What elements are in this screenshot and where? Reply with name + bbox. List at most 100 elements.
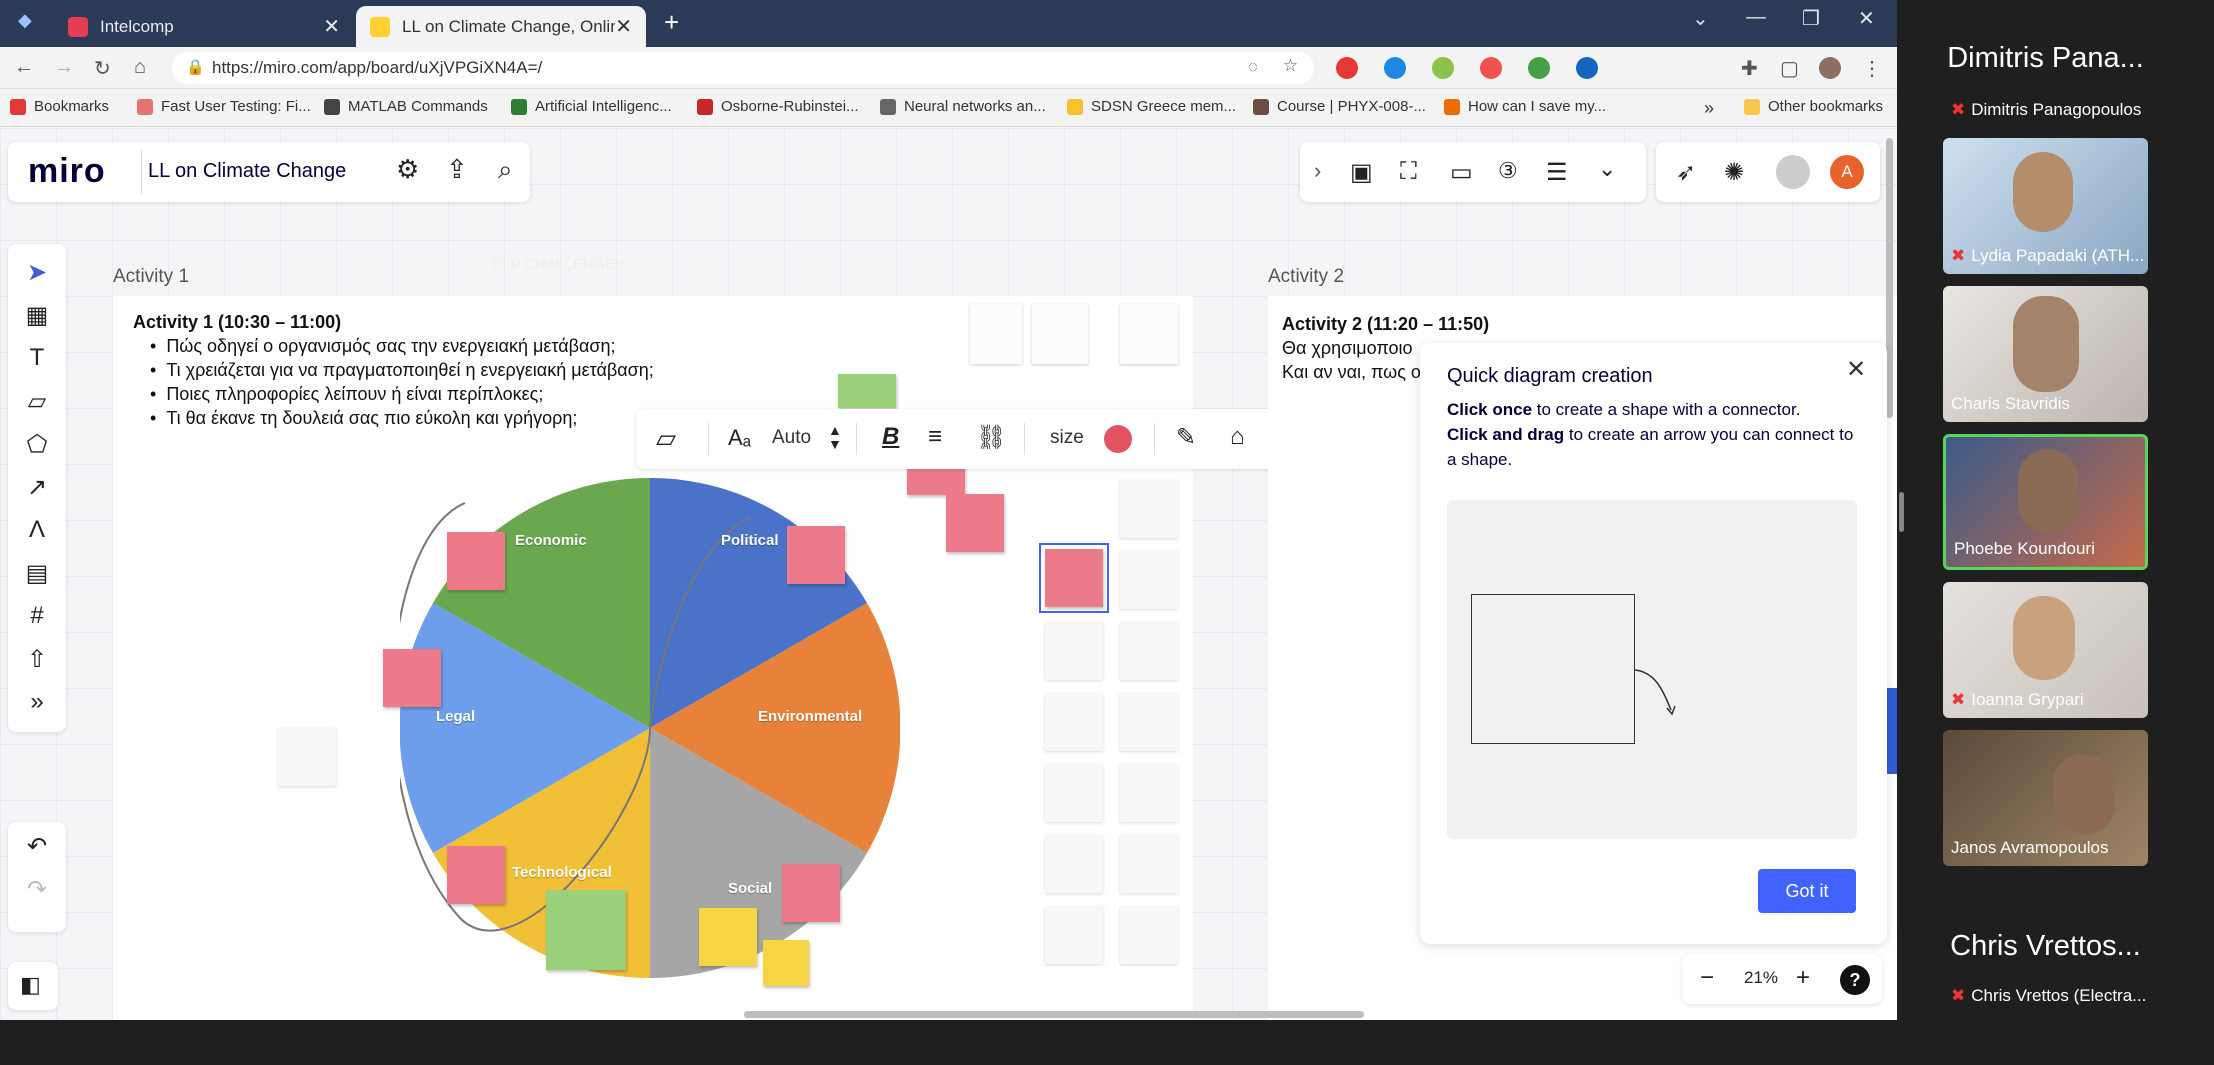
focus-icon[interactable]: ⛶ — [1400, 158, 1417, 186]
adblock-icon[interactable] — [1336, 57, 1358, 79]
reactions-icon[interactable]: ✺ — [1724, 158, 1744, 187]
bookmark-item[interactable]: Artificial Intelligenc... — [511, 98, 672, 115]
back-icon[interactable]: ← — [14, 56, 34, 79]
sticky-note[interactable] — [278, 728, 336, 786]
sticky-note[interactable] — [447, 846, 505, 904]
zoom-in-button[interactable]: + — [1796, 964, 1810, 992]
extension-icon[interactable] — [1528, 57, 1550, 79]
popup-close-icon[interactable]: ✕ — [1846, 355, 1866, 384]
participant-tile-active-speaker[interactable]: Phoebe Koundouri — [1943, 434, 2148, 570]
bold-icon[interactable]: B — [882, 423, 899, 451]
frame-icon[interactable]: # — [18, 597, 56, 635]
miro-logo[interactable]: miro — [28, 152, 106, 191]
new-tab-button[interactable]: + — [664, 7, 679, 38]
bookmark-item[interactable]: Course | PHYX-008-... — [1253, 98, 1426, 115]
empty-sticky-note[interactable] — [1120, 764, 1178, 822]
bookmark-item[interactable]: How can I save my... — [1444, 98, 1606, 115]
chevron-right-icon[interactable]: › — [1314, 158, 1321, 184]
bookmark-item[interactable]: Bookmarks — [10, 98, 109, 115]
templates-icon[interactable]: ▦ — [18, 296, 56, 334]
empty-sticky-note[interactable] — [1045, 622, 1103, 680]
chevron-down-icon[interactable]: ⌄ — [1598, 156, 1616, 182]
tag-icon[interactable]: ⌂ — [1230, 423, 1245, 451]
participant-tile[interactable]: ✖ Ioanna Grypari — [1943, 582, 2148, 718]
tab-close-icon[interactable]: ✕ — [323, 14, 340, 39]
help-button[interactable]: ? — [1840, 965, 1870, 995]
empty-sticky-note[interactable] — [1120, 835, 1178, 893]
sticky-note[interactable] — [763, 940, 809, 986]
color-picker-swatch[interactable] — [1104, 425, 1132, 453]
tab-search-icon[interactable]: ⌄ — [1692, 6, 1709, 31]
size-label[interactable]: size — [1050, 427, 1084, 449]
bookmark-item[interactable]: MATLAB Commands — [324, 98, 488, 115]
other-bookmarks[interactable]: Other bookmarks — [1744, 98, 1883, 115]
select-tool-icon[interactable]: ➤ — [18, 253, 56, 291]
empty-sticky-note[interactable] — [1120, 480, 1178, 538]
owner-icon[interactable]: ✎ — [1176, 423, 1196, 452]
sticky-shape-icon[interactable]: ▱ — [656, 423, 676, 454]
profile-avatar[interactable] — [1819, 57, 1841, 79]
tracking-off-icon[interactable]: ◌ — [1248, 57, 1258, 77]
comment-icon[interactable]: ▤ — [18, 554, 56, 592]
sticky-note[interactable] — [782, 864, 840, 922]
export-upload-icon[interactable]: ⇪ — [446, 154, 468, 185]
sticky-note[interactable] — [787, 526, 845, 584]
apps-icon[interactable]: ▣ — [1350, 158, 1373, 187]
shapes-icon[interactable]: ⬠ — [18, 425, 56, 463]
link-icon[interactable]: ⛓ — [976, 423, 1006, 452]
sticky-note[interactable] — [447, 532, 505, 590]
participant-tile[interactable]: Charis Stavridis — [1943, 286, 2148, 422]
empty-sticky-note[interactable] — [1120, 693, 1178, 751]
reload-icon[interactable]: ↻ — [94, 56, 111, 81]
participant-tile[interactable]: Dimitris Pana... ✖ Dimitris Panagopoulos — [1943, 0, 2148, 128]
timer-icon[interactable]: ③ — [1498, 158, 1518, 184]
minimize-button[interactable]: — — [1746, 6, 1766, 29]
presentation-icon[interactable]: ▭ — [1450, 158, 1473, 187]
empty-sticky-note[interactable] — [1045, 764, 1103, 822]
cursor-follow-icon[interactable]: ➶ — [1676, 158, 1696, 187]
empty-sticky-note[interactable] — [1045, 693, 1103, 751]
tab-intelcomp[interactable]: Intelcomp ✕ — [54, 6, 354, 47]
document-thumbnail[interactable] — [1120, 304, 1178, 364]
empty-sticky-note[interactable] — [1120, 906, 1178, 964]
sticky-note[interactable] — [546, 890, 626, 970]
pen-icon[interactable]: Ʌ — [18, 511, 56, 549]
empty-sticky-note[interactable] — [1045, 906, 1103, 964]
font-icon[interactable]: Aₐ — [728, 425, 751, 451]
zoom-level[interactable]: 21% — [1744, 968, 1778, 988]
empty-sticky-note[interactable] — [1120, 551, 1178, 609]
collaborator-avatar[interactable] — [1776, 155, 1810, 189]
bookmark-item[interactable]: Neural networks an... — [880, 98, 1046, 115]
tab-close-icon[interactable]: ✕ — [615, 14, 632, 39]
text-tool-icon[interactable]: T — [18, 339, 56, 377]
empty-sticky-note[interactable] — [1045, 835, 1103, 893]
document-thumbnail[interactable] — [970, 304, 1022, 364]
sticky-note[interactable] — [699, 908, 757, 966]
more-tools-icon[interactable]: » — [18, 683, 56, 721]
bookmarks-overflow[interactable]: » — [1704, 98, 1714, 119]
sidebar-resize-handle[interactable] — [1899, 492, 1904, 532]
participant-tile[interactable]: Janos Avramopoulos — [1943, 730, 2148, 866]
frame-label-activity2[interactable]: Activity 2 — [1268, 266, 1344, 288]
redo-icon[interactable]: ↷ — [18, 870, 56, 908]
zoom-out-button[interactable]: − — [1700, 964, 1714, 992]
bookmark-item[interactable]: SDSN Greece mem... — [1067, 98, 1236, 115]
empty-sticky-note[interactable] — [1120, 622, 1178, 680]
align-icon[interactable]: ≡ — [928, 423, 942, 451]
tab-miro[interactable]: LL on Climate Change, Online W ✕ — [356, 6, 646, 47]
bookmark-item[interactable]: Fast User Testing: Fi... — [137, 98, 311, 115]
connection-line-icon[interactable]: ↗ — [18, 468, 56, 506]
extensions-puzzle-icon[interactable]: ✚ — [1741, 56, 1758, 81]
got-it-button[interactable]: Got it — [1758, 869, 1856, 913]
undo-icon[interactable]: ↶ — [18, 827, 56, 865]
star-icon[interactable]: ☆ — [1283, 56, 1298, 76]
sticky-note[interactable] — [838, 374, 896, 408]
sticky-note[interactable] — [383, 649, 441, 707]
search-icon[interactable]: ⌕ — [498, 154, 513, 186]
sidepanel-icon[interactable]: ▢ — [1780, 56, 1799, 81]
font-size-value[interactable]: Auto — [772, 427, 811, 449]
document-thumbnail[interactable] — [1032, 304, 1088, 364]
bookmark-item[interactable]: Osborne-Rubinstei... — [697, 98, 859, 115]
profile-icon[interactable]: ◆ — [18, 10, 32, 31]
font-size-stepper-icon[interactable]: ▲ ▼ — [828, 423, 842, 451]
